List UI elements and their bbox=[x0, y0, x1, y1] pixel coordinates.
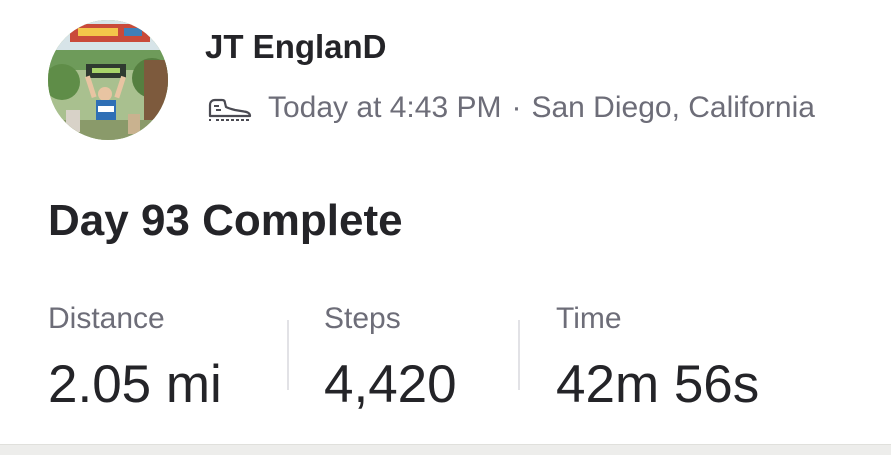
activity-location: San Diego, California bbox=[531, 91, 815, 124]
stat-label: Distance bbox=[48, 302, 165, 335]
activity-meta: Today at 4:43 PM · San Diego, California bbox=[205, 90, 815, 126]
athlete-name[interactable]: JT EnglanD bbox=[205, 28, 387, 66]
stat-divider bbox=[518, 320, 520, 390]
meta-separator: · bbox=[511, 91, 522, 124]
stat-divider bbox=[287, 320, 289, 390]
activity-stats: Distance 2.05 mi Steps 4,420 Time 42m 56… bbox=[48, 298, 878, 418]
athlete-avatar[interactable] bbox=[48, 20, 168, 140]
stat-value: 42m 56s bbox=[556, 355, 760, 414]
shoe-icon bbox=[205, 93, 253, 123]
activity-map-preview[interactable] bbox=[0, 444, 891, 455]
activity-time: Today at 4:43 PM bbox=[268, 91, 502, 124]
stat-value: 2.05 mi bbox=[48, 355, 222, 414]
stat-label: Steps bbox=[324, 302, 401, 335]
stat-value: 4,420 bbox=[324, 355, 457, 414]
activity-header: JT EnglanD Today at 4:43 PM · San Diego,… bbox=[48, 18, 878, 144]
athlete-photo bbox=[48, 20, 168, 140]
activity-title[interactable]: Day 93 Complete bbox=[48, 196, 403, 246]
stat-label: Time bbox=[556, 302, 622, 335]
